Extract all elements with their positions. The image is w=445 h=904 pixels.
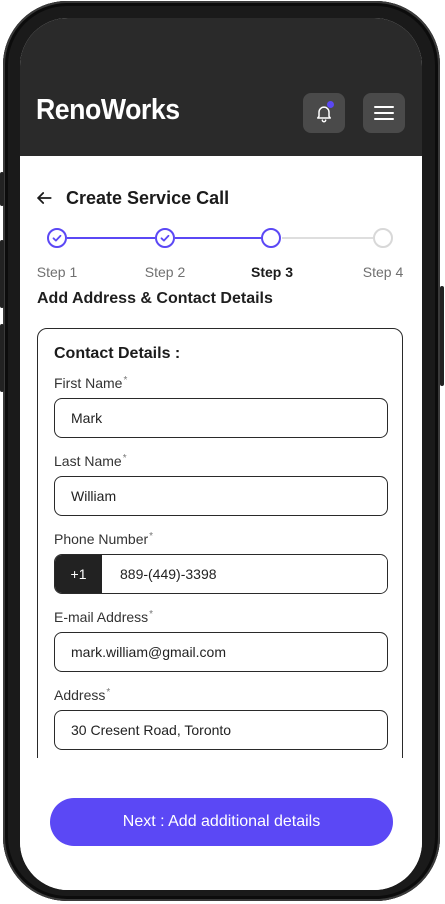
first-name-label: First Name* [54, 375, 128, 391]
first-name-field[interactable] [54, 398, 388, 438]
section-title: Add Address & Contact Details [37, 290, 273, 307]
page-title: Create Service Call [66, 187, 230, 208]
side-button-left-2 [0, 240, 4, 308]
step-1-label: Step 1 [36, 264, 78, 280]
hamburger-menu-icon [374, 102, 394, 124]
last-name-field[interactable] [54, 476, 388, 516]
card-title: Contact Details : [54, 345, 181, 362]
step-3-label: Step 3 [250, 264, 293, 280]
arrow-left-icon[interactable] [34, 188, 54, 208]
screen: RenoWorks Create Service Call Step 1 Ste… [20, 18, 422, 890]
step-2-node [155, 228, 175, 248]
step-connector-2 [175, 237, 262, 239]
next-button[interactable]: Next : Add additional details [50, 798, 393, 846]
check-icon [160, 234, 170, 242]
phone-number-label: Phone Number* [54, 531, 154, 547]
notification-dot [327, 101, 334, 108]
email-label: E-mail Address* [54, 609, 154, 625]
side-button-left-3 [0, 324, 4, 392]
page-header: Create Service Call [34, 186, 229, 210]
email-field[interactable] [54, 632, 388, 672]
step-connector-1 [67, 237, 155, 239]
notifications-button[interactable] [303, 93, 345, 133]
brand-logo: RenoWorks [36, 94, 180, 126]
menu-button[interactable] [363, 93, 405, 133]
step-connector-3 [282, 237, 373, 239]
check-icon [52, 234, 62, 242]
phone-number-input[interactable] [102, 555, 387, 593]
step-3-node [261, 228, 281, 248]
step-4-node [373, 228, 393, 248]
step-4-label: Step 4 [362, 264, 404, 280]
contact-details-card: Contact Details : First Name* Last Name*… [37, 328, 403, 788]
side-button-right [440, 286, 444, 386]
side-button-left-1 [0, 172, 4, 206]
phone-number-field: +1 [54, 554, 388, 594]
country-code-selector[interactable]: +1 [55, 555, 102, 593]
top-bar: RenoWorks [20, 18, 422, 156]
step-1-node [47, 228, 67, 248]
stepper: Step 1 Step 2 Step 3 Step 4 [20, 226, 422, 282]
step-2-label: Step 2 [144, 264, 186, 280]
address-label: Address* [54, 687, 111, 703]
address-field[interactable] [54, 710, 388, 750]
last-name-label: Last Name* [54, 453, 127, 469]
